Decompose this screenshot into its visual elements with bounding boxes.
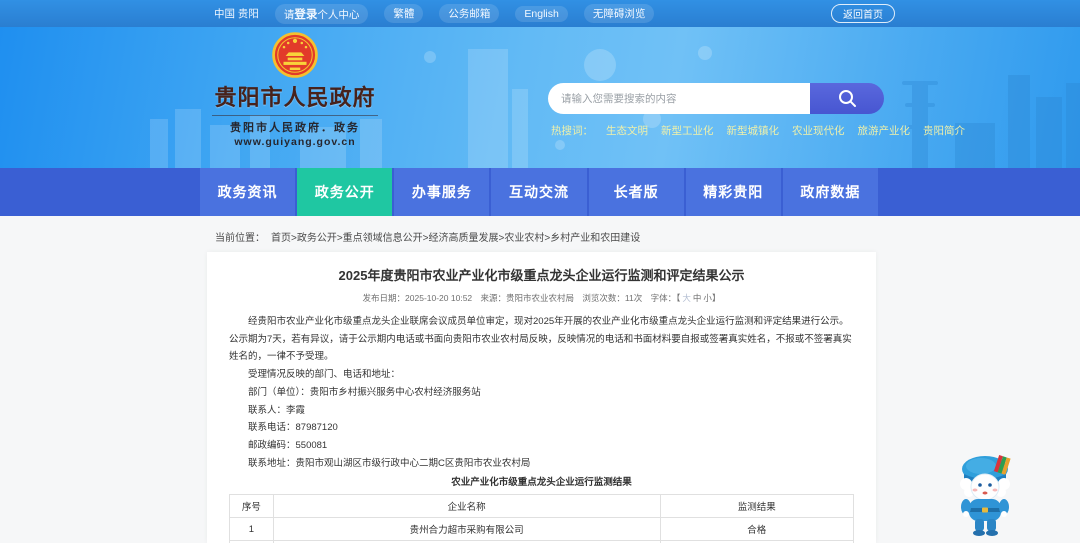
article-meta: 发布日期：2025-10-20 10:52 来源：贵阳市农业农村局 浏览次数：1… bbox=[229, 292, 854, 304]
hot-search-row: 热搜词： 生态文明 新型工业化 新型城镇化 农业现代化 旅游产业化 贵阳简介 bbox=[551, 123, 965, 138]
nav-item-zhengfu-shuju[interactable]: 政府数据 bbox=[782, 168, 878, 216]
nav-item-jingcai-guiyang[interactable]: 精彩贵阳 bbox=[685, 168, 781, 216]
contact-phone: 联系电话：87987120 bbox=[248, 422, 338, 434]
font-size-label-end: 】 bbox=[711, 293, 721, 303]
national-emblem-icon bbox=[272, 32, 318, 78]
article-source: 来源：贵阳市农业农村局 bbox=[480, 293, 575, 303]
site-logo[interactable]: 贵阳市人民政府 贵阳市人民政府．政务 www.guiyang.gov.cn bbox=[212, 32, 378, 148]
mascot-icon bbox=[960, 454, 1011, 536]
nav-item-banshi-fuwu[interactable]: 办事服务 bbox=[394, 168, 490, 216]
contact-person: 联系人：李霞 bbox=[248, 404, 306, 416]
table-caption: 农业产业化市级重点龙头企业运行监测结果 bbox=[451, 477, 632, 489]
official-mail-link[interactable]: 公务邮箱 bbox=[439, 4, 500, 23]
article-card: 2025年度贵阳市农业产业化市级重点龙头企业运行监测和评定结果公示 发布日期：2… bbox=[207, 252, 876, 543]
nav-item-zhangzheban[interactable]: 长者版 bbox=[588, 168, 684, 216]
header-banner: 贵阳市人民政府 贵阳市人民政府．政务 www.guiyang.gov.cn 热搜… bbox=[0, 27, 1080, 168]
main-nav-bar: 政务资讯 政务公开 办事服务 互动交流 长者版 精彩贵阳 政府数据 bbox=[0, 168, 1080, 216]
search-icon bbox=[838, 90, 856, 107]
hot-word[interactable]: 新型城镇化 bbox=[727, 123, 780, 138]
header-result: 监测结果 bbox=[659, 494, 855, 519]
site-name: 贵阳市人民政府 bbox=[214, 85, 376, 110]
search-button[interactable] bbox=[810, 83, 884, 114]
site-subtitle: 贵阳市人民政府．政务 bbox=[212, 115, 378, 135]
top-utility-bar: 中国 贵阳 请登录个人中心 繁體 公务邮箱 English 无障碍浏览 返回首页 bbox=[0, 0, 1080, 27]
back-to-home-button[interactable]: 返回首页 bbox=[831, 4, 895, 23]
hot-word[interactable]: 新型工业化 bbox=[661, 123, 714, 138]
article-title: 2025年度贵阳市农业产业化市级重点龙头企业运行监测和评定结果公示 bbox=[338, 268, 745, 283]
hot-word[interactable]: 旅游产业化 bbox=[858, 123, 911, 138]
accessibility-link[interactable]: 无障碍浏览 bbox=[583, 4, 655, 23]
cell-company: 贵州合力超市采购有限公司 bbox=[272, 517, 661, 542]
hot-word[interactable]: 贵阳简介 bbox=[923, 123, 965, 138]
nav-item-zhengwu-zixun[interactable]: 政务资讯 bbox=[200, 168, 296, 216]
font-size-label: 字体：【 bbox=[650, 293, 681, 303]
hot-word[interactable]: 农业现代化 bbox=[792, 123, 845, 138]
city-skyline bbox=[150, 46, 1080, 168]
region-link[interactable]: 中国 贵阳 bbox=[214, 6, 259, 21]
contact-address: 联系地址：贵阳市观山湖区市级行政中心二期C区贵阳市农业农村局 bbox=[248, 457, 531, 469]
traditional-chinese-link[interactable]: 繁體 bbox=[384, 4, 424, 23]
cell-serial: 1 bbox=[229, 517, 274, 542]
cell-result: 合格 bbox=[659, 517, 855, 542]
postal-code: 邮政编码：550081 bbox=[248, 439, 328, 451]
breadcrumb-path[interactable]: 首页>政务公开>重点领域信息公开>经济高质量发展>农业农村>乡村产业和农田建设 bbox=[271, 233, 640, 244]
mascot-figure[interactable] bbox=[950, 452, 1022, 543]
login-personal-center-link[interactable]: 请登录个人中心 bbox=[274, 3, 369, 24]
hot-word[interactable]: 生态文明 bbox=[606, 123, 648, 138]
contact-department: 部门（单位）：贵阳市乡村振兴服务中心农村经济服务站 bbox=[248, 386, 481, 398]
font-size-medium[interactable]: 中 bbox=[693, 293, 702, 303]
nav-item-zhengwu-gongkai[interactable]: 政务公开 bbox=[297, 168, 393, 216]
table-header-row: 序号 企业名称 监测结果 bbox=[229, 494, 855, 519]
table-row: 1 贵州合力超市采购有限公司 合格 bbox=[229, 517, 855, 542]
view-count: 浏览次数：11次 bbox=[582, 293, 643, 303]
breadcrumb: 当前位置： 首页>政务公开>重点领域信息公开>经济高质量发展>农业农村>乡村产业和… bbox=[215, 229, 640, 244]
publish-date: 发布日期：2025-10-20 10:52 bbox=[362, 293, 473, 303]
english-link[interactable]: English bbox=[515, 5, 568, 22]
article-paragraph: 受理情况反映的部门、电话和地址： bbox=[248, 369, 401, 381]
header-serial: 序号 bbox=[229, 494, 274, 519]
hot-search-label: 热搜词： bbox=[551, 125, 593, 137]
nav-item-hudong-jiaoliu[interactable]: 互动交流 bbox=[491, 168, 587, 216]
header-company: 企业名称 bbox=[272, 494, 661, 519]
font-size-large[interactable]: 大 bbox=[682, 293, 691, 303]
search-bar bbox=[548, 83, 884, 114]
search-input[interactable] bbox=[548, 83, 810, 114]
site-url: www.guiyang.gov.cn bbox=[234, 136, 356, 148]
monitor-result-table: 序号 企业名称 监测结果 1 贵州合力超市采购有限公司 合格 2 贵州友禾种业有… bbox=[229, 494, 855, 543]
breadcrumb-label: 当前位置： bbox=[215, 233, 265, 244]
font-size-small[interactable]: 小 bbox=[703, 293, 712, 303]
article-paragraph: 经贵阳市农业产业化市级重点龙头企业联席会议成员单位审定，现对2025年开展的农业… bbox=[229, 316, 852, 363]
